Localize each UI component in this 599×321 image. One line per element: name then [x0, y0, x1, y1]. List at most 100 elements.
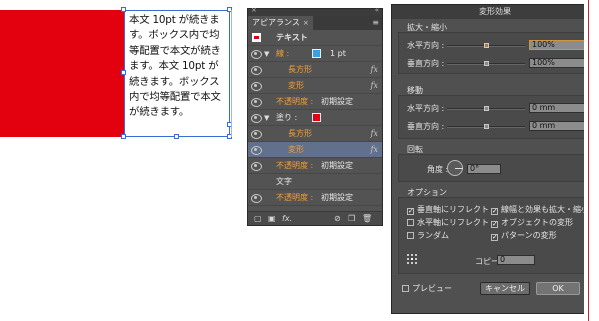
selection-handle[interactable]	[121, 70, 126, 75]
fill-swatch[interactable]	[312, 113, 321, 122]
appearance-panel: × « アピアランス × ≡ テキスト ▼ 線 : 1 pt 長方形 fx 変形 …	[247, 6, 383, 226]
eye-icon[interactable]	[251, 50, 262, 59]
appearance-row-fill[interactable]: ▼ 塗り :	[248, 110, 382, 126]
checkbox-label: オブジェクトの変形	[501, 218, 573, 227]
options-group: ✓ 垂直軸にリフレクト ✓ 線幅と効果も拡大・縮小 水平軸にリフレクト ✓ オブジェク…	[398, 197, 592, 274]
red-rectangle[interactable]	[0, 10, 124, 137]
cancel-button[interactable]: キャンセル	[480, 282, 530, 295]
opacity-value: 初期設定	[321, 193, 353, 202]
preview-checkbox[interactable]: プレビュー	[402, 284, 452, 294]
text-line: が続きます。	[129, 106, 190, 119]
reference-point-icon[interactable]	[407, 254, 417, 264]
checkbox-label: 線幅と効果も拡大・縮小	[501, 205, 589, 214]
opacity-link[interactable]: 不透明度 :	[276, 94, 313, 110]
appearance-row-effect[interactable]: 長方形 fx	[248, 126, 382, 142]
transform-patterns-checkbox[interactable]: ✓ パターンの変形	[491, 231, 557, 241]
move-vertical-label: 垂直方向 :	[407, 122, 445, 131]
text-line: 内で均等配置で本文	[129, 91, 221, 104]
copies-field[interactable]: 0	[497, 255, 535, 265]
checkbox-box[interactable]: ✓	[491, 234, 498, 241]
stroke-swatch[interactable]	[312, 49, 321, 58]
scale-horizontal-field[interactable]: 100%	[529, 40, 585, 50]
text-line: ます。本文 10pt が	[129, 60, 219, 73]
appearance-row-opacity[interactable]: 不透明度 : 初期設定	[248, 158, 382, 174]
fx-icon: fx	[370, 129, 378, 138]
fx-icon: fx	[370, 145, 378, 154]
checkbox-label: 垂直軸にリフレクト	[417, 205, 489, 214]
move-vertical-thumb[interactable]	[484, 124, 489, 129]
checkbox-box[interactable]	[407, 219, 414, 226]
panel-tabbar: アピアランス × ≡	[248, 16, 382, 30]
duplicate-item-icon[interactable]: ❐	[348, 214, 355, 224]
checkbox-box[interactable]: ✓	[491, 208, 498, 215]
selection-handle[interactable]	[121, 7, 126, 12]
effect-link[interactable]: 変形	[288, 142, 304, 158]
trash-icon[interactable]: 🗑	[362, 214, 372, 224]
scale-vertical-field[interactable]: 100%	[529, 58, 585, 68]
effect-link[interactable]: 変形	[288, 78, 304, 94]
checkbox-box[interactable]: ✓	[491, 221, 498, 228]
eye-icon[interactable]	[251, 98, 262, 107]
disclosure-triangle-icon[interactable]: ▼	[264, 46, 269, 62]
appearance-row-stroke[interactable]: ▼ 線 : 1 pt	[248, 46, 382, 62]
ok-button[interactable]: OK	[536, 282, 580, 295]
new-stroke-icon[interactable]: ▢	[254, 214, 262, 224]
scale-strokes-effects-checkbox[interactable]: ✓ 線幅と効果も拡大・縮小	[491, 205, 589, 215]
eye-icon[interactable]	[251, 146, 262, 155]
appearance-row-effect[interactable]: 長方形 fx	[248, 62, 382, 78]
stroke-weight[interactable]: 1 pt	[330, 46, 346, 62]
checkbox-box[interactable]: ✓	[407, 208, 414, 215]
effect-link[interactable]: 長方形	[288, 126, 312, 142]
text-line: 等配置で本文が続き	[129, 44, 221, 57]
appearance-row-effect[interactable]: 変形 fx	[248, 78, 382, 94]
disclosure-triangle-icon[interactable]: ▼	[264, 110, 269, 126]
opacity-link[interactable]: 不透明度 :	[276, 158, 313, 174]
row-label: 文字	[276, 177, 292, 186]
appearance-row-opacity[interactable]: 不透明度 : 初期設定	[248, 94, 382, 110]
scale-group: 水平方向 : 100% 垂直方向 : 100%	[398, 32, 592, 74]
eye-icon[interactable]	[251, 82, 262, 91]
text-thumbnail-icon	[252, 33, 261, 42]
angle-dial[interactable]	[447, 160, 463, 176]
fx-icon: fx	[370, 81, 378, 90]
frame-guide	[231, 10, 232, 137]
appearance-row-effect-selected[interactable]: 変形 fx	[248, 142, 382, 158]
move-vertical-field[interactable]: 0 mm	[529, 121, 585, 131]
opacity-value: 初期設定	[321, 97, 353, 106]
new-fill-icon[interactable]: ▣	[268, 214, 276, 224]
move-horizontal-field[interactable]: 0 mm	[529, 103, 585, 113]
appearance-row-opacity[interactable]: 不透明度 : 初期設定	[248, 190, 382, 206]
add-effect-icon[interactable]: fx.	[282, 214, 292, 224]
panel-menu-icon[interactable]: ≡	[372, 18, 379, 27]
eye-icon[interactable]	[251, 162, 262, 171]
checkbox-box[interactable]	[402, 285, 409, 292]
random-checkbox[interactable]: ランダム	[407, 231, 449, 241]
reflect-vertical-checkbox[interactable]: ✓ 垂直軸にリフレクト	[407, 205, 489, 215]
tab-close-icon[interactable]: ×	[303, 19, 309, 27]
collapse-icon[interactable]: «	[375, 6, 379, 14]
opacity-link[interactable]: 不透明度 :	[276, 190, 313, 206]
transform-objects-checkbox[interactable]: ✓ オブジェクトの変形	[491, 218, 573, 228]
eye-icon[interactable]	[251, 114, 262, 123]
effect-link[interactable]: 長方形	[288, 62, 312, 78]
eye-icon[interactable]	[251, 66, 262, 75]
move-horizontal-thumb[interactable]	[484, 106, 489, 111]
text-frame[interactable]: 本文 10pt が続きま す。ボックス内で均 等配置で本文が続き ます。本文 1…	[124, 10, 230, 137]
appearance-row-text[interactable]: テキスト	[248, 30, 382, 46]
eye-icon[interactable]	[251, 130, 262, 139]
scale-vertical-thumb[interactable]	[484, 61, 489, 66]
angle-field[interactable]: 0°	[467, 164, 501, 174]
scale-horizontal-thumb[interactable]	[484, 43, 489, 48]
panel-bottom-bar: ▢ ▣ fx. ⊘ ❐ 🗑	[248, 211, 382, 225]
checkbox-box[interactable]	[407, 232, 414, 239]
selection-handle[interactable]	[174, 134, 179, 139]
selection-handle[interactable]	[121, 134, 126, 139]
fx-icon: fx	[370, 65, 378, 74]
clear-appearance-icon[interactable]: ⊘	[334, 214, 341, 224]
tab-appearance[interactable]: アピアランス ×	[248, 16, 313, 30]
appearance-row-character[interactable]: 文字	[248, 174, 382, 190]
eye-icon[interactable]	[251, 194, 262, 203]
close-icon[interactable]: ×	[251, 6, 257, 14]
reflect-horizontal-checkbox[interactable]: 水平軸にリフレクト	[407, 218, 489, 228]
move-horizontal-label: 水平方向 :	[407, 104, 445, 113]
